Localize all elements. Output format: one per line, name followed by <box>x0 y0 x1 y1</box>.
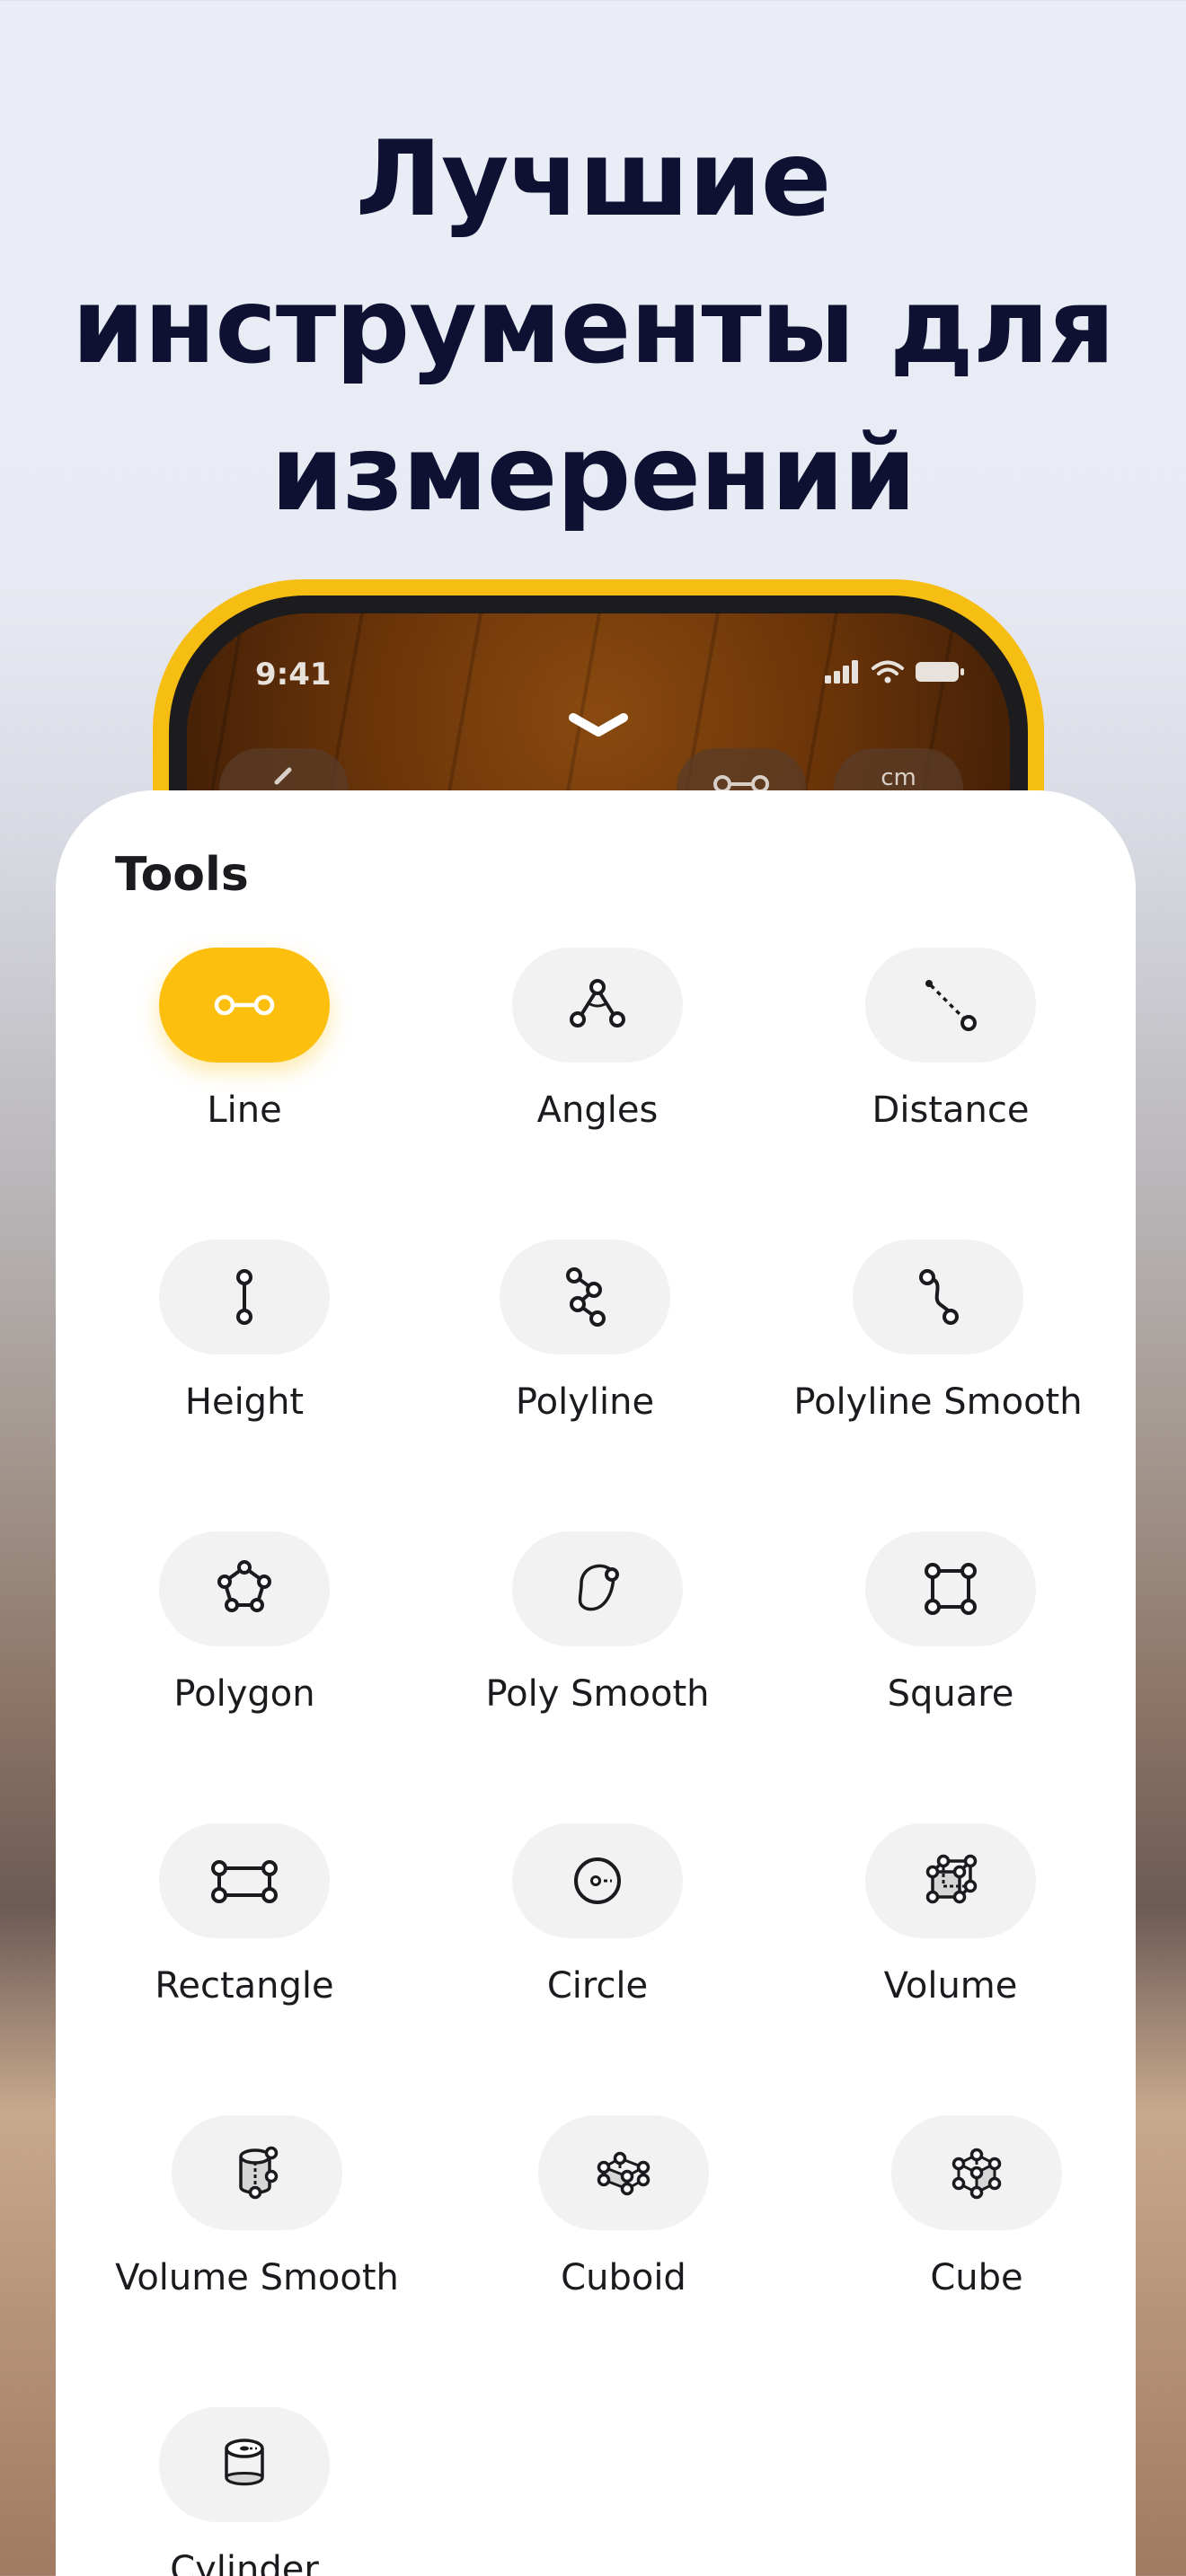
status-icons <box>825 660 965 684</box>
tool-label: Polyline <box>515 1381 655 1423</box>
tool-height[interactable]: Height <box>83 1239 406 1437</box>
height-icon <box>236 1269 252 1325</box>
headline: Лучшие инструменты для измерений <box>0 106 1186 548</box>
tool-label: Line <box>207 1090 282 1131</box>
chevron-down-icon[interactable] <box>562 707 634 743</box>
tool-pill <box>891 2115 1062 2230</box>
square-icon <box>925 1563 977 1615</box>
tool-distance[interactable]: Distance <box>789 948 1112 1145</box>
tool-label: Circle <box>546 1965 649 2007</box>
tool-label: Square <box>887 1673 1014 1715</box>
tool-label: Polygon <box>173 1673 315 1715</box>
tool-label: Angles <box>536 1090 659 1131</box>
unit-label: cm <box>881 764 916 791</box>
tool-polygon[interactable]: Polygon <box>83 1531 406 1729</box>
tool-polyline-smooth[interactable]: Polyline Smooth <box>776 1239 1100 1437</box>
tool-cuboid[interactable]: Cuboid <box>462 2115 785 2313</box>
tool-pill <box>865 1531 1036 1646</box>
tool-pill <box>865 948 1036 1063</box>
tool-line[interactable]: Line <box>83 948 406 1145</box>
signal-icon <box>825 660 858 684</box>
tool-pill <box>159 948 330 1063</box>
tool-pill <box>500 1239 670 1354</box>
headline-line-3: измерений <box>270 413 916 534</box>
polygon-icon <box>217 1560 271 1612</box>
cylinder-icon <box>225 2439 264 2486</box>
tool-label: Volume <box>883 1965 1018 2007</box>
tool-pill <box>159 1531 330 1646</box>
tool-pill <box>865 1823 1036 1938</box>
circle-icon <box>574 1857 621 1904</box>
sheet-title: Tools <box>115 848 249 902</box>
poly-smooth-icon <box>578 1564 619 1611</box>
tool-circle[interactable]: Circle <box>436 1823 759 2021</box>
battery-icon <box>916 662 964 682</box>
tool-cylinder[interactable]: Cylinder <box>83 2407 406 2576</box>
polyline-icon <box>566 1267 606 1327</box>
tool-label: Poly Smooth <box>485 1673 710 1715</box>
headline-line-1: Лучшие <box>355 119 832 240</box>
tool-pill <box>172 2115 342 2230</box>
tool-angles[interactable]: Angles <box>436 948 759 1145</box>
tool-volume-smooth[interactable]: Volume Smooth <box>95 2115 419 2313</box>
tools-sheet: Tools Line Angles Distance Height Polyli… <box>56 790 1136 2576</box>
status-time: 9:41 <box>255 657 332 693</box>
tool-label: Height <box>184 1381 305 1423</box>
tool-pill <box>512 948 683 1063</box>
tool-cube[interactable]: Cube <box>815 2115 1138 2313</box>
volume-icon <box>925 1854 978 1904</box>
tool-pill <box>512 1531 683 1646</box>
polyline-smooth-icon <box>919 1269 959 1325</box>
cuboid-icon <box>597 2151 651 2196</box>
tool-pill <box>159 1239 330 1354</box>
tool-square[interactable]: Square <box>789 1531 1112 1729</box>
tool-pill <box>853 1239 1023 1354</box>
tool-pill <box>159 2407 330 2522</box>
line-icon <box>214 994 275 1016</box>
headline-line-2: инструменты для <box>71 266 1115 387</box>
tool-pill <box>512 1823 683 1938</box>
tool-label: Distance <box>872 1090 1030 1131</box>
cube-icon <box>951 2148 1002 2200</box>
angles-icon <box>570 979 625 1028</box>
tool-label: Polyline Smooth <box>793 1381 1083 1423</box>
tool-poly-smooth[interactable]: Poly Smooth <box>436 1531 759 1729</box>
volume-smooth-icon <box>239 2146 279 2200</box>
tool-label: Cylinder <box>170 2549 319 2576</box>
tool-pill <box>159 1823 330 1938</box>
distance-icon <box>925 980 977 1031</box>
wifi-icon <box>872 660 904 684</box>
tool-volume[interactable]: Volume <box>789 1823 1112 2021</box>
tool-rectangle[interactable]: Rectangle <box>83 1823 406 2021</box>
tool-pill <box>538 2115 709 2230</box>
tool-label: Cube <box>930 2257 1023 2298</box>
tool-polyline[interactable]: Polyline <box>423 1239 747 1437</box>
tool-label: Cuboid <box>561 2257 686 2298</box>
tool-label: Volume Smooth <box>115 2257 399 2298</box>
tool-label: Rectangle <box>155 1965 334 2007</box>
rectangle-icon <box>211 1860 278 1903</box>
